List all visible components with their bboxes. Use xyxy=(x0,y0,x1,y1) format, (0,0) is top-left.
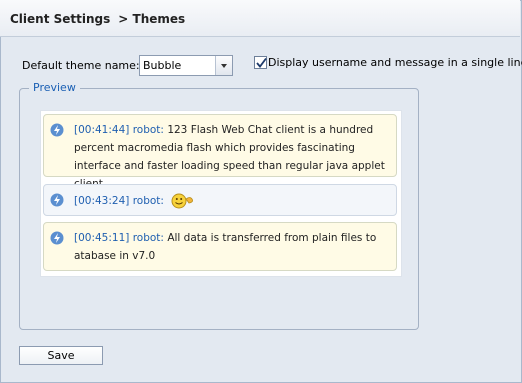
single-line-label: Display username and message in a single… xyxy=(268,56,522,69)
preview-legend: Preview xyxy=(29,81,80,94)
message-icon xyxy=(50,123,64,137)
message-user: robot: xyxy=(132,195,164,207)
breadcrumb: Client Settings > Themes xyxy=(10,12,185,26)
smiley-face-icon xyxy=(171,193,194,209)
theme-label: Default theme name: xyxy=(22,59,140,72)
breadcrumb-section: Client Settings xyxy=(10,12,111,26)
message-time: [00:41:44] xyxy=(74,124,130,136)
message-user: robot: xyxy=(132,232,164,244)
message-icon xyxy=(50,231,64,245)
chevron-down-icon[interactable] xyxy=(215,56,232,75)
chat-message: [00:41:44] robot: 123 Flash Web Chat cli… xyxy=(43,114,397,190)
message-icon xyxy=(50,193,64,207)
breadcrumb-page: > Themes xyxy=(118,12,186,26)
single-line-checkbox[interactable] xyxy=(254,56,267,69)
chat-message: [00:43:24] robot: xyxy=(43,184,397,216)
checkmark-icon xyxy=(256,57,267,68)
message-time: [00:43:24] xyxy=(74,195,130,207)
save-button[interactable]: Save xyxy=(19,346,103,365)
header-bar: Client Settings > Themes xyxy=(0,0,520,37)
chat-message: [00:45:11] robot: All data is transferre… xyxy=(43,222,397,271)
theme-select[interactable]: Bubble xyxy=(139,55,233,76)
message-user: robot: xyxy=(132,124,164,136)
message-time: [00:45:11] xyxy=(74,232,130,244)
theme-select-value: Bubble xyxy=(143,59,182,72)
